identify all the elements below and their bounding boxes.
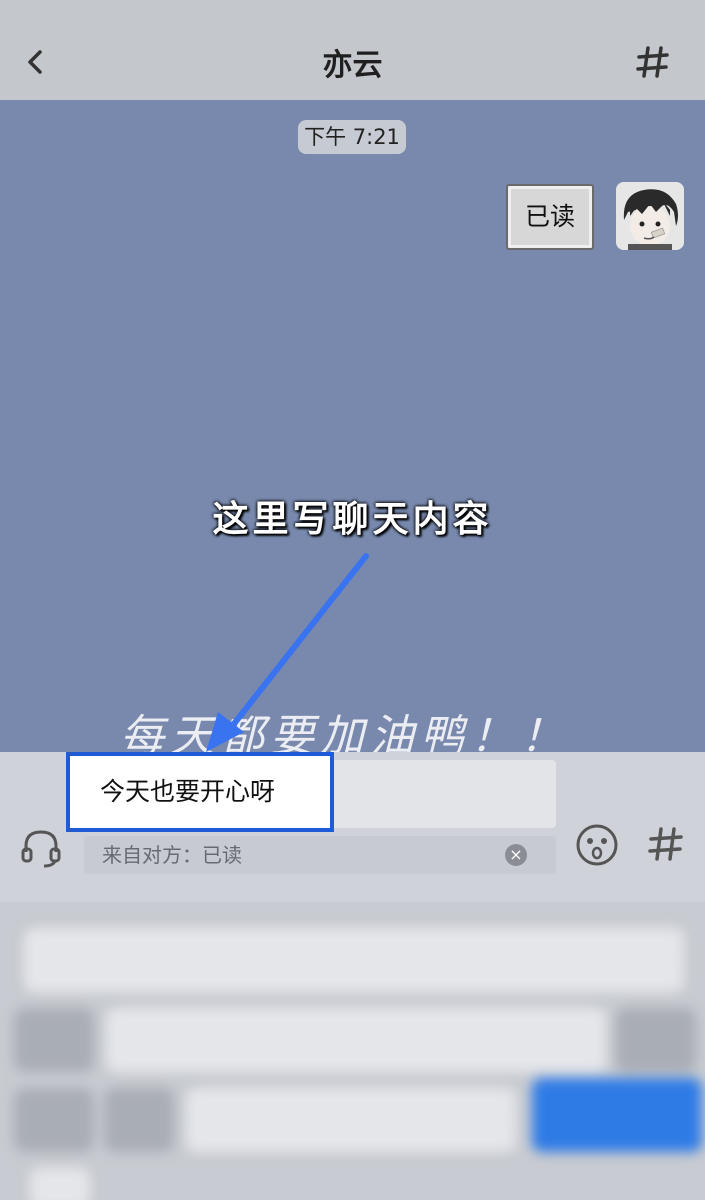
emoji-icon[interactable] xyxy=(574,822,620,868)
chat-title: 亦云 xyxy=(322,48,383,83)
top-bar: 亦云 xyxy=(0,0,705,100)
input-area: 今天也要开心呀 来自对方：已读 × xyxy=(0,752,705,902)
annotation-arrow xyxy=(206,553,369,752)
hash-icon[interactable] xyxy=(646,824,686,864)
chat-area: 下午 7:21 已读 每天都要加油鸭！！ 这里写聊天内容 xyxy=(0,100,705,752)
keyboard[interactable] xyxy=(0,902,705,1200)
hash-icon[interactable] xyxy=(635,44,671,80)
message-input[interactable]: 今天也要开心呀 xyxy=(66,752,334,832)
clear-icon[interactable]: × xyxy=(505,844,527,866)
keyboard-keys xyxy=(0,902,705,1200)
headset-icon[interactable] xyxy=(18,824,64,870)
quote-bar: 来自对方：已读 xyxy=(84,836,556,874)
